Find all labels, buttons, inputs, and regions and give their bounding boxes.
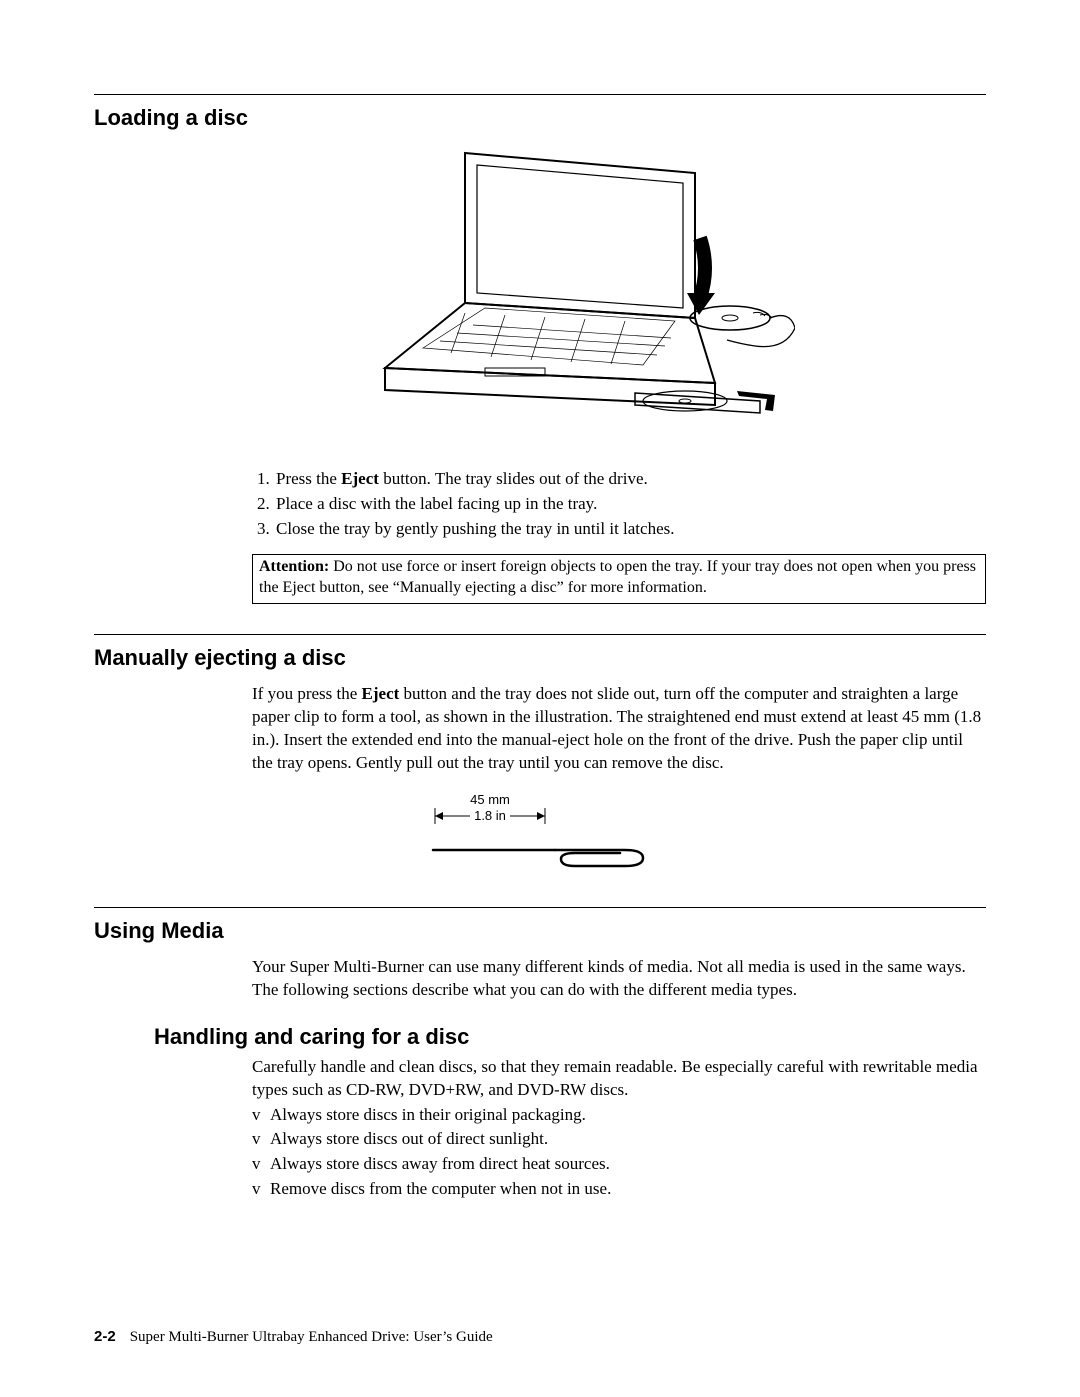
step1-prefix: Press the [276, 469, 341, 488]
bullet-3: Always store discs away from direct heat… [252, 1153, 986, 1176]
attention-box: Attention: Do not use force or insert fo… [252, 554, 986, 604]
manual-prefix: If you press the [252, 684, 362, 703]
heading-using-media: Using Media [94, 916, 986, 946]
heading-manual-eject: Manually ejecting a disc [94, 643, 986, 673]
step1-bold: Eject [341, 469, 379, 488]
section-rule [94, 94, 986, 95]
page-footer: 2-2 Super Multi-Burner Ultrabay Enhanced … [94, 1327, 493, 1347]
bullet-4: Remove discs from the computer when not … [252, 1178, 986, 1201]
bullet-1: Always store discs in their original pac… [252, 1104, 986, 1127]
using-media-para: Your Super Multi-Burner can use many dif… [252, 956, 986, 1002]
step-2: Place a disc with the label facing up in… [274, 493, 986, 516]
figure-laptop-disc [174, 143, 986, 450]
heading-loading: Loading a disc [94, 103, 986, 133]
paperclip-illustration: 45 mm 1.8 in [425, 788, 655, 876]
footer-title: Super Multi-Burner Ultrabay Enhanced Dri… [130, 1329, 493, 1345]
handling-para: Carefully handle and clean discs, so tha… [252, 1056, 986, 1102]
step-1: Press the Eject button. The tray slides … [274, 468, 986, 491]
step-3: Close the tray by gently pushing the tra… [274, 518, 986, 541]
attention-text: Do not use force or insert foreign objec… [259, 558, 976, 596]
manual-eject-para: If you press the Eject button and the tr… [252, 683, 986, 775]
figure-paperclip: 45 mm 1.8 in [94, 788, 986, 883]
handling-list: Always store discs in their original pac… [252, 1104, 986, 1202]
heading-handling: Handling and caring for a disc [154, 1022, 986, 1052]
attention-label: Attention: [259, 558, 329, 575]
laptop-illustration [365, 143, 795, 443]
step1-suffix: button. The tray slides out of the drive… [379, 469, 648, 488]
loading-steps: Press the Eject button. The tray slides … [252, 468, 986, 604]
page: Loading a disc [0, 0, 1080, 1397]
measure-in: 1.8 in [474, 808, 506, 823]
page-number: 2-2 [94, 1328, 116, 1345]
bullet-2: Always store discs out of direct sunligh… [252, 1128, 986, 1151]
section-rule [94, 634, 986, 635]
section-rule [94, 907, 986, 908]
measure-mm: 45 mm [470, 792, 510, 807]
manual-bold: Eject [362, 684, 400, 703]
